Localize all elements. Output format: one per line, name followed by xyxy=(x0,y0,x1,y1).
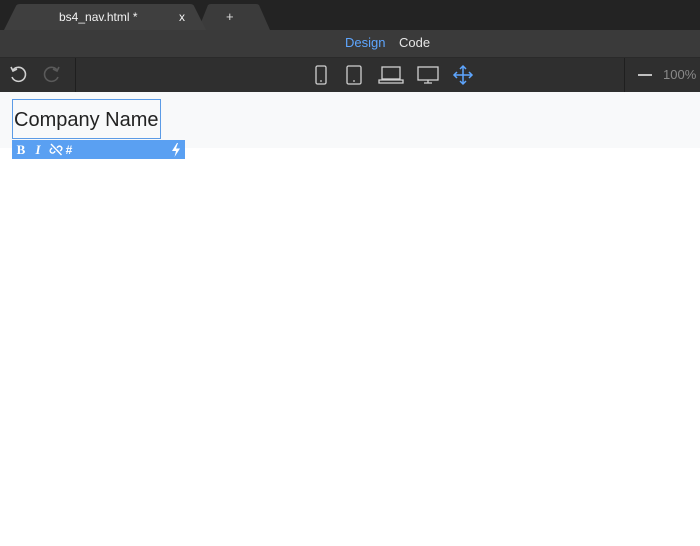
desktop-view-button[interactable] xyxy=(414,64,442,86)
zoom-out-icon xyxy=(638,74,652,76)
tablet-view-button[interactable] xyxy=(342,64,366,86)
design-canvas[interactable]: Company Name B I # xyxy=(0,92,700,546)
new-tab-label: + xyxy=(226,9,234,24)
laptop-view-button[interactable] xyxy=(377,64,405,86)
desktop-icon xyxy=(417,66,439,84)
bold-button[interactable]: B xyxy=(15,141,27,158)
laptop-icon xyxy=(378,66,404,84)
tab-title: bs4_nav.html * xyxy=(59,10,138,24)
tab-bar: + bs4_nav.html * x xyxy=(0,0,700,30)
lightning-icon xyxy=(171,142,180,157)
move-tool-button[interactable] xyxy=(451,64,475,86)
mobile-view-button[interactable] xyxy=(309,64,333,86)
zoom-level: 100% xyxy=(663,67,697,82)
zoom-out-button[interactable] xyxy=(633,64,657,86)
undo-button[interactable] xyxy=(6,64,30,86)
unlink-icon xyxy=(49,143,62,156)
toolbar-divider xyxy=(624,58,625,92)
italic-button[interactable]: I xyxy=(32,141,44,158)
actions-button[interactable] xyxy=(169,141,182,158)
move-icon xyxy=(452,64,474,86)
redo-button[interactable] xyxy=(40,64,64,86)
tab-bs4-nav[interactable]: bs4_nav.html * x xyxy=(4,4,208,30)
inline-text-toolbar: B I # xyxy=(12,140,185,159)
mobile-icon xyxy=(315,65,327,85)
tablet-icon xyxy=(346,65,362,85)
tab-shape xyxy=(198,4,270,30)
design-mode-tab[interactable]: Design xyxy=(345,35,385,50)
mode-bar: Design Code xyxy=(0,30,700,58)
new-tab-button[interactable]: + xyxy=(198,4,272,30)
navbar-brand[interactable]: Company Name xyxy=(12,99,161,139)
unlink-button[interactable] xyxy=(48,141,63,158)
anchor-id-button[interactable]: # xyxy=(64,141,74,158)
tab-close-button[interactable]: x xyxy=(179,10,185,24)
toolbar-divider xyxy=(75,58,76,92)
toolbar: 100% xyxy=(0,58,700,93)
redo-icon xyxy=(43,66,60,83)
undo-icon xyxy=(10,66,27,83)
code-mode-tab[interactable]: Code xyxy=(399,35,430,50)
